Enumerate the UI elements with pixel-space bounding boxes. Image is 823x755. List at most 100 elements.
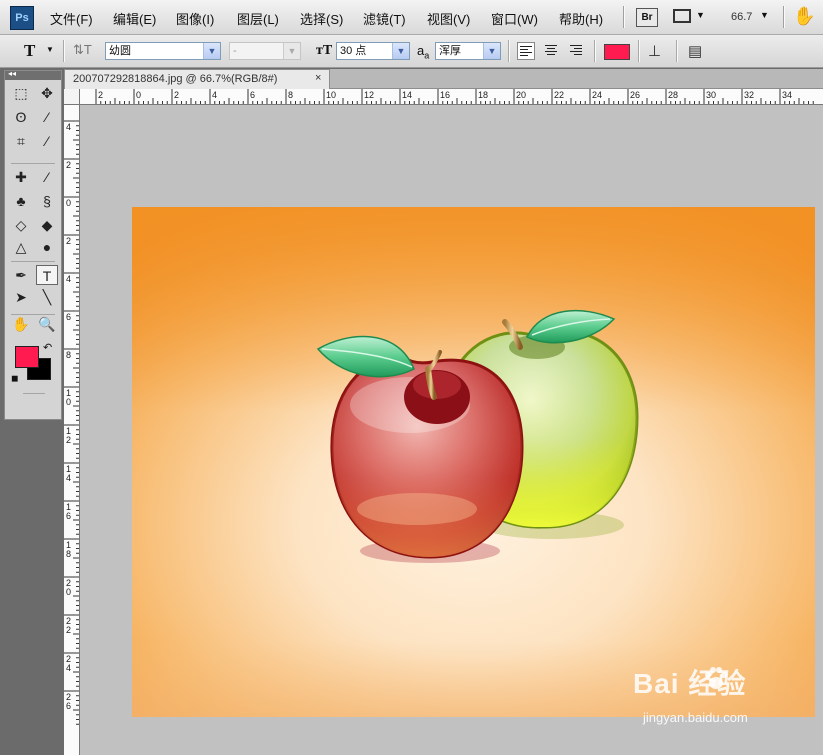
character-panel-icon[interactable]: ▤	[688, 42, 702, 60]
screen-mode-icon[interactable]	[673, 9, 691, 23]
ruler-label: 6	[66, 312, 71, 322]
chevron-down-icon: ▼	[283, 43, 300, 59]
ruler-label: 2	[66, 625, 71, 635]
zoom-level[interactable]: 66.7	[731, 11, 752, 23]
menu-view[interactable]: 视图(V)	[427, 9, 470, 28]
ruler-label: 0	[66, 587, 71, 597]
path-selection-tool-icon[interactable]: ➤	[10, 287, 32, 307]
text-orientation-icon[interactable]: ⇅T	[73, 42, 92, 58]
document-tab[interactable]: 200707292818864.jpg @ 66.7%(RGB/8#) ×	[64, 69, 330, 89]
options-separator	[63, 40, 65, 62]
align-left-button[interactable]	[517, 42, 535, 60]
ruler-label: 6	[66, 701, 71, 711]
dodge-tool-icon[interactable]: ●	[36, 237, 58, 257]
toolbox-separator	[11, 314, 55, 315]
photoshop-logo: Ps	[10, 6, 34, 30]
chevron-down-icon[interactable]: ▼	[46, 45, 54, 54]
vertical-ruler[interactable]: 4202468101214161820222426	[64, 105, 80, 755]
line-tool-icon[interactable]: ╲	[36, 287, 58, 307]
swap-colors-icon[interactable]: ↶	[43, 341, 52, 354]
ruler-label: 0	[66, 198, 71, 208]
pen-tool-icon[interactable]: ✒	[10, 265, 32, 285]
history-brush-tool-icon[interactable]: §	[36, 191, 58, 211]
lasso-tool-icon[interactable]: ʘ	[10, 107, 32, 127]
ruler-label: 20	[516, 90, 526, 100]
menu-window[interactable]: 窗口(W)	[491, 9, 538, 28]
paw-icon	[705, 667, 727, 689]
ruler-label: 26	[630, 90, 640, 100]
ruler-label: 4	[66, 122, 71, 132]
ruler-label: 12	[364, 90, 374, 100]
chevron-down-icon: ▼	[392, 43, 409, 59]
menu-image[interactable]: 图像(I)	[176, 9, 214, 28]
bridge-button[interactable]: Br	[636, 8, 658, 27]
close-icon[interactable]: ×	[315, 72, 321, 84]
toolbox-header[interactable]: ◂◂	[5, 69, 61, 80]
ruler-label: 2	[66, 160, 71, 170]
magic-wand-tool-icon[interactable]: ⁄	[36, 107, 58, 127]
ruler-label: 0	[136, 90, 141, 100]
font-style-select[interactable]: - ▼	[229, 42, 301, 60]
menu-file[interactable]: 文件(F)	[50, 9, 93, 28]
collapse-icon[interactable]: ◂◂	[8, 69, 16, 78]
ruler-origin[interactable]	[64, 89, 80, 105]
menu-select[interactable]: 选择(S)	[300, 9, 343, 28]
align-center-button[interactable]	[543, 42, 561, 60]
font-size-select[interactable]: 30 点 ▼	[336, 42, 410, 60]
zoom-tool-icon[interactable]: 🔍	[36, 314, 58, 334]
text-color-swatch[interactable]	[604, 44, 630, 60]
eraser-tool-icon[interactable]: ◇	[10, 215, 32, 235]
foreground-color-swatch[interactable]	[15, 346, 39, 368]
crop-tool-icon[interactable]: ⌗	[10, 131, 32, 151]
menu-filter[interactable]: 滤镜(T)	[363, 9, 406, 28]
menu-separator	[783, 6, 785, 28]
horizontal-ruler[interactable]: 2 0 2 4 6 8 10 12 14 16 18 20 22 24 26 28 30 32 34	[80, 89, 823, 105]
font-family-select[interactable]: 幼圆 ▼	[105, 42, 221, 60]
ruler-label: 28	[668, 90, 678, 100]
chevron-down-icon[interactable]: ▼	[760, 10, 769, 20]
font-style-value: -	[233, 45, 237, 57]
ruler-label: 4	[66, 663, 71, 673]
font-size-icon: ᴛT	[316, 43, 333, 58]
hand-tool-icon[interactable]: ✋	[10, 314, 32, 334]
type-tool-icon[interactable]: T	[36, 265, 58, 285]
menu-layer[interactable]: 图层(L)	[237, 9, 279, 28]
menu-edit[interactable]: 编辑(E)	[113, 9, 156, 28]
ruler-label: 34	[782, 90, 792, 100]
antialias-icon: aa	[417, 43, 430, 61]
toolbox: ◂◂ ⬚ ✥ ʘ ⁄ ⌗ ⁄ ✚ ⁄ ♣ § ◇ ◆ △ ● ✒ T ➤ ╲ ✋ 🔍 ↶ ◼	[4, 69, 62, 420]
brush-tool-icon[interactable]: ⁄	[36, 167, 58, 187]
options-separator	[508, 40, 510, 62]
document-canvas[interactable]	[132, 207, 815, 717]
paint-bucket-tool-icon[interactable]: ◆	[36, 215, 58, 235]
eyedropper-tool-icon[interactable]: ⁄	[36, 131, 58, 151]
warp-text-icon[interactable]: ⊥	[648, 42, 661, 60]
ruler-label: 4	[66, 473, 71, 483]
ruler-label: 2	[98, 90, 103, 100]
antialias-select[interactable]: 浑厚 ▼	[435, 42, 501, 60]
ruler-label: 24	[592, 90, 602, 100]
healing-brush-tool-icon[interactable]: ✚	[10, 167, 32, 187]
type-tool-preset-icon[interactable]: T	[24, 41, 35, 61]
menu-separator	[623, 6, 625, 28]
default-colors-icon[interactable]: ◼	[11, 373, 18, 384]
chevron-down-icon[interactable]: ▼	[696, 10, 705, 20]
hand-icon[interactable]: ✋	[793, 6, 815, 27]
apples-image	[132, 207, 815, 717]
marquee-tool-icon[interactable]: ⬚	[10, 83, 32, 103]
options-separator	[676, 40, 678, 62]
watermark-brand: Bai 经验	[633, 668, 747, 699]
menu-help[interactable]: 帮助(H)	[559, 9, 603, 28]
blur-tool-icon[interactable]: △	[10, 237, 32, 257]
options-separator	[594, 40, 596, 62]
font-family-value: 幼圆	[109, 45, 131, 57]
ruler-label: 10	[326, 90, 336, 100]
watermark-url: jingyan.baidu.com	[643, 710, 748, 725]
ruler-label: 32	[744, 90, 754, 100]
move-tool-icon[interactable]: ✥	[36, 83, 58, 103]
baidu-watermark: Bai 经验 jingyan.baidu.com	[633, 662, 748, 725]
clone-stamp-tool-icon[interactable]: ♣	[10, 191, 32, 211]
align-right-button[interactable]	[568, 42, 586, 60]
toolbox-separator	[11, 261, 55, 262]
ruler-label: 6	[250, 90, 255, 100]
